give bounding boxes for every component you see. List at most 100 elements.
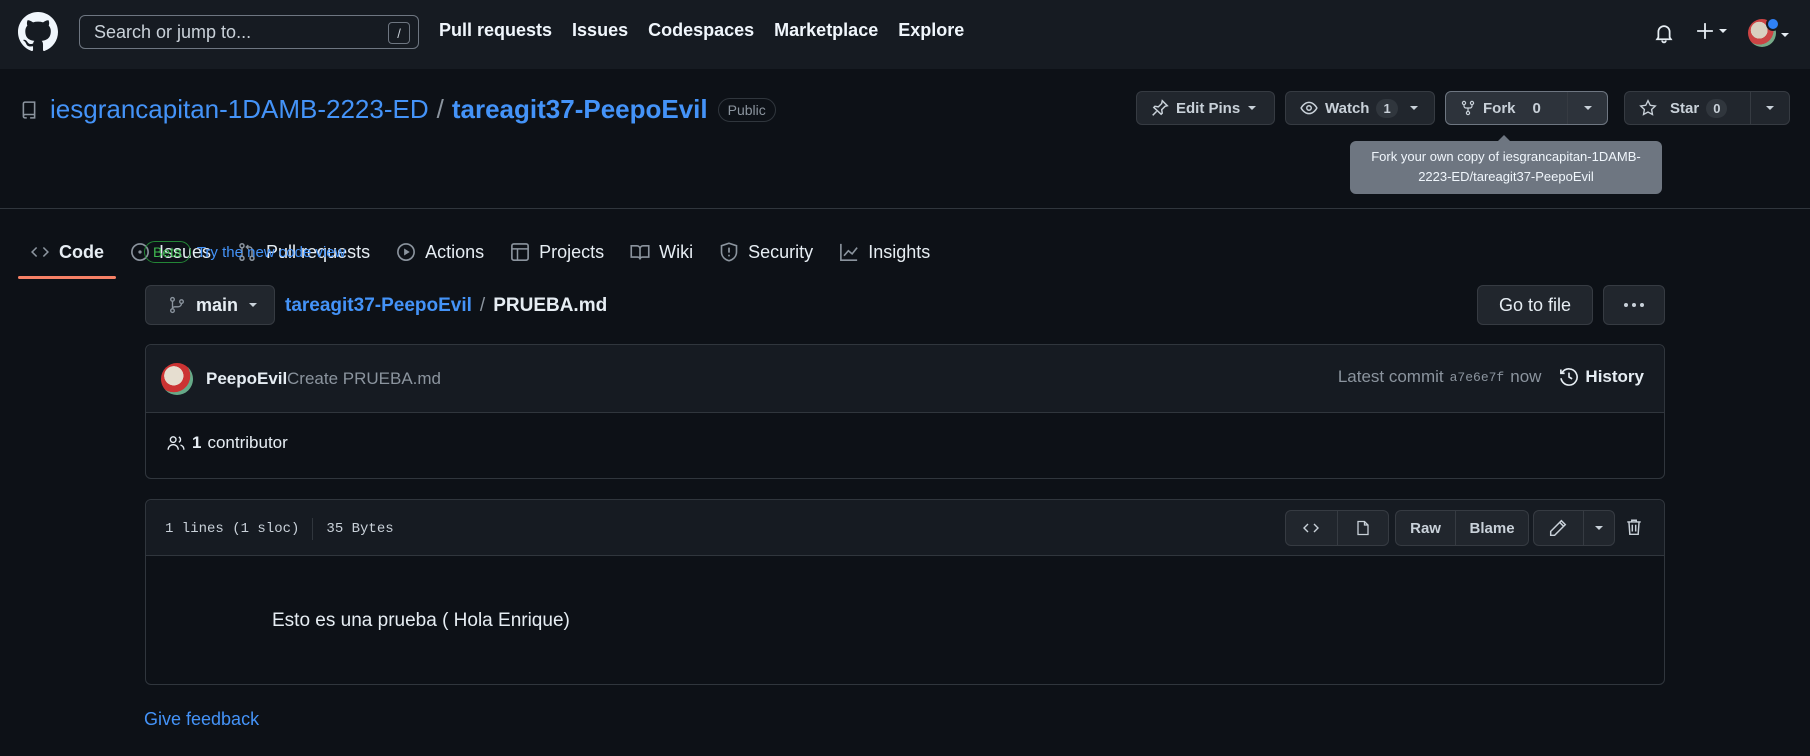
create-new-button[interactable] <box>1696 22 1728 40</box>
global-header: Search or jump to... / Pull requests Iss… <box>0 0 1810 69</box>
repo-owner-link[interactable]: iesgrancapitan-1DAMB-2223-ED <box>50 94 429 125</box>
history-link[interactable]: History <box>1559 367 1644 387</box>
file-info: 1 lines (1 sloc) 35 Bytes <box>165 518 394 540</box>
tab-projects[interactable]: Projects <box>498 226 616 278</box>
tab-label: Projects <box>539 241 605 262</box>
visibility-badge: Public <box>717 97 776 122</box>
eye-icon <box>1300 101 1318 115</box>
fork-count: 0 <box>1532 99 1541 117</box>
beta-banner: Beta Try the new code view <box>144 241 346 263</box>
search-input[interactable]: Search or jump to... / <box>79 15 419 49</box>
tab-label: Actions <box>425 241 485 262</box>
breadcrumb-separator: / <box>479 295 486 316</box>
history-label: History <box>1585 367 1644 386</box>
tab-label: Insights <box>868 241 931 262</box>
edit-group <box>1533 510 1615 546</box>
edit-dropdown[interactable] <box>1582 511 1614 545</box>
repo-icon <box>22 100 36 119</box>
fork-button[interactable]: Fork 0 <box>1446 92 1567 124</box>
pin-icon <box>1152 99 1169 116</box>
table-icon <box>511 243 530 261</box>
branch-name: main <box>196 294 239 315</box>
go-to-file-button[interactable]: Go to file <box>1477 285 1593 325</box>
breadcrumb: tareagit37-PeepoEvil / PRUEBA.md <box>285 295 607 317</box>
file-header: 1 lines (1 sloc) 35 Bytes Raw Blame <box>146 500 1664 556</box>
search-placeholder: Search or jump to... <box>94 21 252 42</box>
rendered-view-button[interactable] <box>1336 511 1388 545</box>
raw-blame-group: Raw Blame <box>1395 510 1529 546</box>
play-icon <box>397 243 416 261</box>
commit-header: PeepoEvil Create PRUEBA.md Latest commit… <box>146 345 1664 413</box>
give-feedback-link[interactable]: Give feedback <box>144 709 259 730</box>
commit-author-avatar[interactable] <box>161 363 193 395</box>
file-lines: 1 lines (1 sloc) <box>165 521 300 537</box>
raw-button[interactable]: Raw <box>1396 511 1455 545</box>
nav-issues[interactable]: Issues <box>572 20 628 41</box>
repo-title: iesgrancapitan-1DAMB-2223-ED / tareagit3… <box>20 94 776 125</box>
commit-author[interactable]: PeepoEvil <box>206 369 287 389</box>
watch-count: 1 <box>1376 98 1398 118</box>
branch-selector[interactable]: main <box>145 285 275 325</box>
star-button[interactable]: Star 0 <box>1625 92 1750 124</box>
chevron-down-icon <box>1583 106 1592 110</box>
tab-insights[interactable]: Insights <box>827 226 942 278</box>
delete-button[interactable] <box>1625 517 1643 537</box>
contributor-count: 1 <box>192 433 202 452</box>
file-viewer: 1 lines (1 sloc) 35 Bytes Raw Blame Esto… <box>145 499 1665 685</box>
nav-pull-requests[interactable]: Pull requests <box>439 20 552 41</box>
repo-separator: / <box>436 94 444 124</box>
file-content: Esto es una prueba ( Hola Enrique) <box>272 610 570 631</box>
plus-icon <box>1697 23 1713 39</box>
tab-actions[interactable]: Actions <box>384 226 496 278</box>
divider <box>312 518 314 540</box>
contributors-row[interactable]: 1 contributor <box>166 433 288 453</box>
edit-button[interactable] <box>1534 511 1583 545</box>
star-dropdown[interactable] <box>1749 92 1789 124</box>
fork-icon <box>1461 100 1475 116</box>
chevron-down-icon <box>1409 106 1418 110</box>
star-button-group: Star 0 <box>1624 91 1790 125</box>
nav-explore[interactable]: Explore <box>898 20 964 41</box>
tab-security[interactable]: Security <box>707 226 825 278</box>
people-icon <box>167 436 185 450</box>
code-view-button[interactable] <box>1286 511 1337 545</box>
breadcrumb-file: PRUEBA.md <box>493 295 608 316</box>
repo-name-link[interactable]: tareagit37-PeepoEvil <box>452 94 708 125</box>
github-logo-icon[interactable] <box>18 12 58 52</box>
commit-message[interactable]: Create PRUEBA.md <box>287 369 441 389</box>
code-icon <box>31 246 49 258</box>
edit-pins-label: Edit Pins <box>1176 99 1241 117</box>
avatar-chevron-down-icon[interactable] <box>1780 30 1790 40</box>
chevron-down-icon <box>1719 29 1727 33</box>
status-dot <box>1766 17 1780 31</box>
fork-label: Fork <box>1483 99 1516 117</box>
tab-wiki[interactable]: Wiki <box>618 226 705 278</box>
commit-hash[interactable]: a7e6e7f <box>1450 370 1505 385</box>
chevron-down-icon <box>1594 526 1603 530</box>
more-options-button[interactable] <box>1603 285 1665 325</box>
kebab-horizontal-icon <box>1624 303 1644 307</box>
watch-button[interactable]: Watch 1 <box>1285 91 1435 125</box>
notifications-bell-icon[interactable] <box>1654 22 1674 44</box>
try-new-code-view-link[interactable]: Try the new code view <box>197 244 346 261</box>
fork-dropdown[interactable] <box>1567 92 1607 124</box>
pencil-icon <box>1550 519 1567 537</box>
code-icon <box>1303 523 1320 533</box>
file-size: 35 Bytes <box>326 521 394 537</box>
branch-icon <box>170 296 184 314</box>
tab-code[interactable]: Code <box>18 226 116 279</box>
fork-button-group: Fork 0 <box>1445 91 1608 125</box>
edit-pins-button[interactable]: Edit Pins <box>1136 91 1275 125</box>
blame-button[interactable]: Blame <box>1455 511 1528 545</box>
fork-tooltip: Fork your own copy of iesgrancapitan-1DA… <box>1350 135 1662 194</box>
commit-time: now <box>1510 367 1542 386</box>
shield-icon <box>720 242 738 262</box>
search-shortcut-key: / <box>388 22 410 44</box>
nav-marketplace[interactable]: Marketplace <box>774 20 878 41</box>
chevron-down-icon <box>1765 106 1774 110</box>
tab-label: Code <box>59 241 104 262</box>
breadcrumb-repo-link[interactable]: tareagit37-PeepoEvil <box>285 295 472 317</box>
nav-codespaces[interactable]: Codespaces <box>648 20 754 41</box>
global-nav: Pull requests Issues Codespaces Marketpl… <box>439 20 964 41</box>
latest-commit-label: Latest commit <box>1337 367 1444 386</box>
